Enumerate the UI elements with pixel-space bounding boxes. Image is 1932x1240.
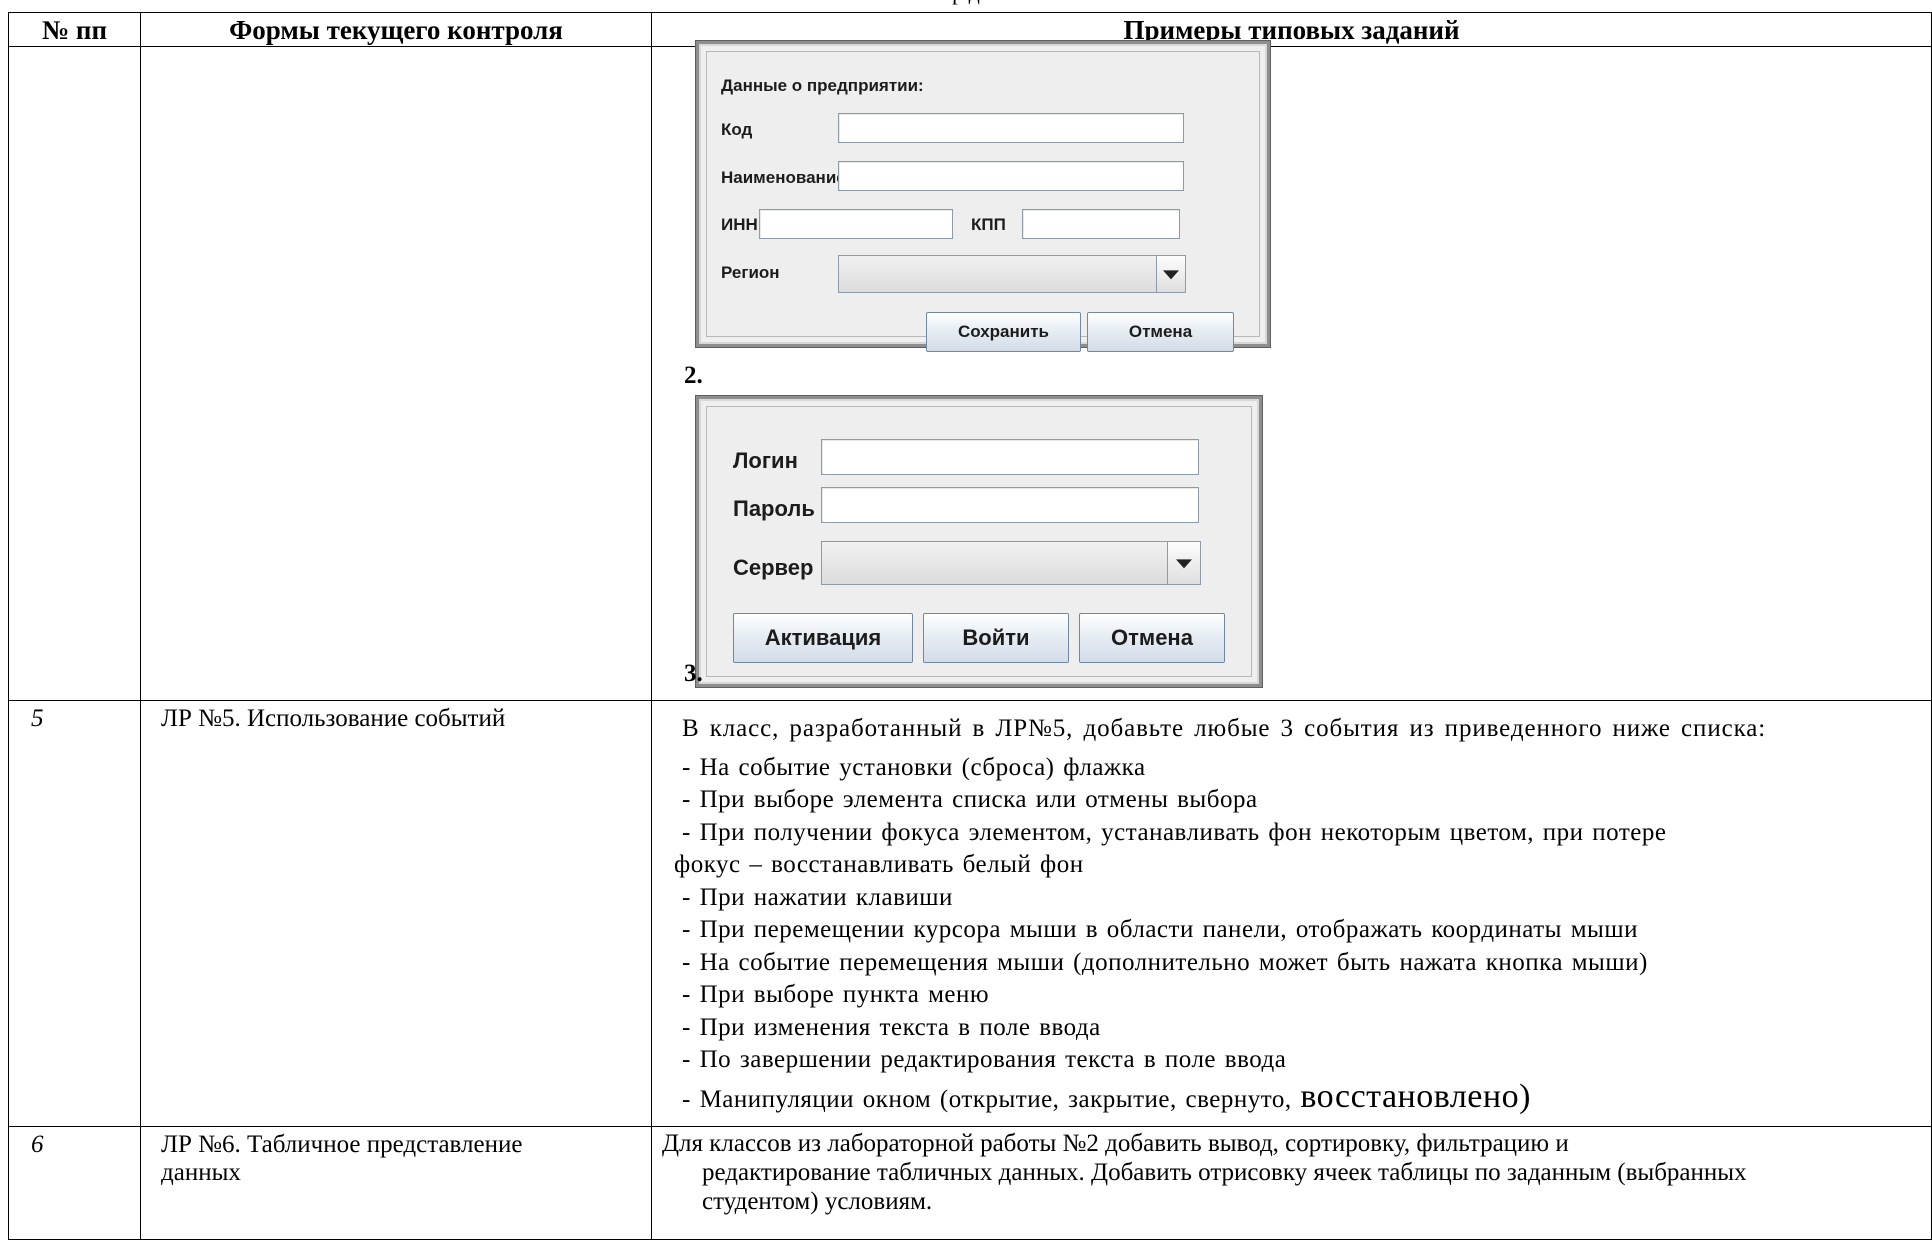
list-item: - При нажатии клавиши [682,883,953,911]
list-item: - При выборе пункта меню [682,981,990,1008]
save-button[interactable]: Сохранить [926,312,1081,352]
code-label: Код [721,120,753,139]
page-header-fragment: р д [0,0,1932,4]
control-form-line: данных [161,1159,241,1186]
login-dialog: Логин Пароль Сервер Активация Войти Отме… [696,396,1262,687]
control-form: ЛР №6. Табличное представление данных [140,1126,652,1240]
dialog3-number: 3. [684,660,703,687]
list-item-continuation: фокус – восстанавливать белый фон [674,851,1084,878]
header-number: № пп [8,12,141,47]
task-line: студентом) условиям. [702,1188,933,1215]
activate-button[interactable]: Активация [733,613,913,663]
task-line: Для классов из лабораторной работы №2 до… [662,1130,1569,1157]
chevron-down-icon[interactable] [1167,542,1200,584]
task-description: Для классов из лабораторной работы №2 до… [651,1126,1932,1240]
row-number: 5 [8,700,141,1127]
name-field[interactable] [838,161,1184,191]
login-label: Логин [733,448,798,473]
list-item: - При получении фокуса элементом, устана… [682,818,1667,846]
cancel-button[interactable]: Отмена [1079,613,1225,663]
kpp-label: КПП [971,215,1006,234]
control-form-line: ЛР №6. Табличное представление [161,1131,523,1158]
company-data-dialog: Данные о предприятии: Код Наименование И… [696,41,1270,352]
list-item: - На событие перемещения мыши (дополните… [682,948,1648,976]
cell-dialog-examples: Данные о предприятии: Код Наименование И… [651,41,1932,701]
list-item-text: - Манипуляции окном (открытие, закрытие,… [682,1085,1301,1113]
kpp-field[interactable] [1022,209,1180,239]
server-label: Сервер [733,555,814,580]
list-item: - По завершении редактирования текста в … [682,1046,1287,1073]
task-line: редактирование табличных данных. Добавит… [702,1159,1747,1186]
code-field[interactable] [838,113,1184,143]
company-data-title: Данные о предприятии: [721,76,924,95]
table-row-6: 6 ЛР №6. Табличное представление данных … [8,1126,1932,1240]
cell-empty-form [140,46,652,701]
region-label: Регион [721,263,780,282]
list-item: - При выборе элемента списка или отмены … [682,786,1258,813]
password-label: Пароль [733,496,815,521]
dialog2-number: 2. [684,362,703,389]
cancel-button[interactable]: Отмена [1087,312,1234,352]
row-number: 6 [8,1126,141,1240]
list-item: - При перемещении курсора мыши в области… [682,916,1638,943]
inn-label: ИНН [721,215,758,234]
inn-field[interactable] [759,209,953,239]
chevron-down-icon[interactable] [1156,256,1185,292]
list-item-text-large: восстановлено) [1300,1077,1531,1115]
cell-empty-number [8,46,141,701]
control-form: ЛР №5. Использование событий [140,700,652,1127]
list-item: - Манипуляции окном (открытие, закрытие,… [652,1077,1931,1120]
region-select[interactable] [838,255,1186,293]
task-intro: В класс, разработанный в ЛР№5, добавьте … [682,715,1767,742]
table-row-dialogs: Данные о предприятии: Код Наименование И… [8,41,1932,701]
server-select[interactable] [821,541,1201,585]
name-label: Наименование [721,168,846,187]
list-item: - На событие установки (сброса) флажка [682,753,1146,781]
header-control-forms: Формы текущего контроля [140,12,652,47]
password-field[interactable] [821,487,1199,523]
assessment-table: № пп Формы текущего контроля Примеры тип… [8,12,1932,1240]
login-button[interactable]: Войти [923,613,1069,663]
table-row-5: 5 ЛР №5. Использование событий В класс, … [8,700,1932,1127]
task-description: В класс, разработанный в ЛР№5, добавьте … [651,700,1932,1127]
list-item: - При изменения текста в поле ввода [682,1013,1101,1041]
login-field[interactable] [821,439,1199,475]
